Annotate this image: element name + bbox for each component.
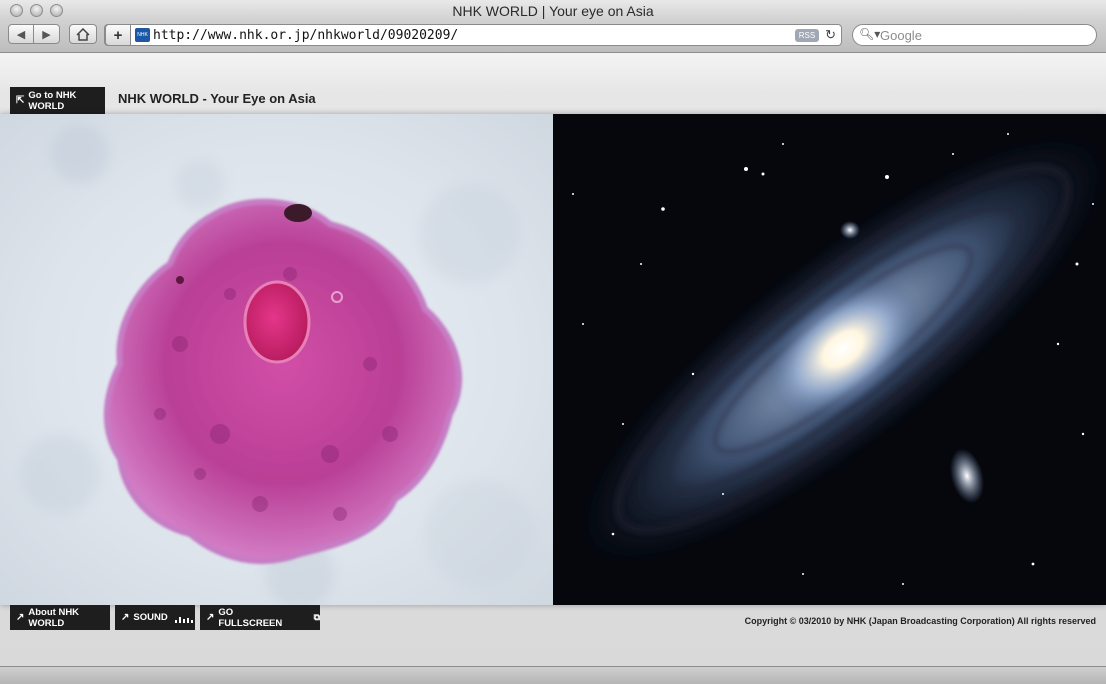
- fullscreen-label: GO FULLSCREEN: [218, 606, 283, 629]
- plus-icon: +: [113, 26, 123, 44]
- browser-toolbar: ◀ ▶ + NHK http://www.nhk.or.jp/nhkworld/…: [0, 22, 1106, 53]
- sound-label: SOUND: [133, 612, 168, 623]
- arrow-upright-icon: ↗: [206, 612, 215, 623]
- url-text[interactable]: http://www.nhk.or.jp/nhkworld/09020209/: [153, 28, 458, 43]
- search-field[interactable]: 🔍︎▾ Google: [852, 24, 1097, 46]
- window-titlebar: NHK WORLD | Your eye on Asia: [0, 0, 1106, 23]
- page-content: ⇱ Go to NHK WORLD NHK WORLD - Your Eye o…: [0, 53, 1106, 666]
- goto-nhk-world-button[interactable]: ⇱ Go to NHK WORLD: [10, 87, 105, 114]
- fullscreen-button[interactable]: ↗ GO FULLSCREEN ⧉: [200, 605, 320, 630]
- copyright-text: Copyright © 03/2010 by NHK (Japan Broadc…: [744, 616, 1096, 626]
- fullscreen-icon: ⧉: [313, 612, 320, 622]
- galaxy-illustration: [553, 114, 1106, 605]
- site-title: NHK WORLD - Your Eye on Asia: [118, 91, 316, 106]
- arrow-upleft-icon: ⇱: [16, 95, 25, 106]
- amoeba-image[interactable]: [0, 114, 553, 605]
- address-bar[interactable]: + NHK http://www.nhk.or.jp/nhkworld/0902…: [104, 24, 842, 46]
- window-title: NHK WORLD | Your eye on Asia: [452, 3, 654, 19]
- about-label: About NHK WORLD: [28, 606, 80, 629]
- sound-level-icon: [174, 616, 193, 623]
- status-bar: [0, 666, 1106, 684]
- arrow-upright-icon: ↗: [121, 612, 130, 623]
- sound-button[interactable]: ↗ SOUND: [115, 605, 195, 630]
- back-button[interactable]: ◀: [8, 24, 34, 44]
- rss-button[interactable]: RSS: [795, 29, 819, 42]
- forward-button[interactable]: ▶: [33, 24, 60, 44]
- search-icon: 🔍︎▾: [859, 27, 881, 41]
- home-button[interactable]: [69, 24, 97, 44]
- add-bookmark-button[interactable]: +: [105, 24, 131, 46]
- galaxy-image[interactable]: [553, 114, 1106, 605]
- reload-icon[interactable]: ↻: [825, 27, 836, 43]
- arrow-upright-icon: ↗: [16, 612, 25, 623]
- site-favicon: NHK: [135, 28, 150, 42]
- search-placeholder: Google: [880, 28, 922, 43]
- amoeba-illustration: [20, 124, 535, 605]
- about-nhk-world-button[interactable]: ↗ About NHK WORLD: [10, 605, 110, 630]
- forward-arrow-icon: ▶: [42, 28, 51, 41]
- home-icon: [76, 27, 90, 41]
- image-row: [0, 114, 1106, 605]
- goto-label: Go to NHK WORLD: [28, 89, 77, 112]
- back-arrow-icon: ◀: [16, 28, 26, 41]
